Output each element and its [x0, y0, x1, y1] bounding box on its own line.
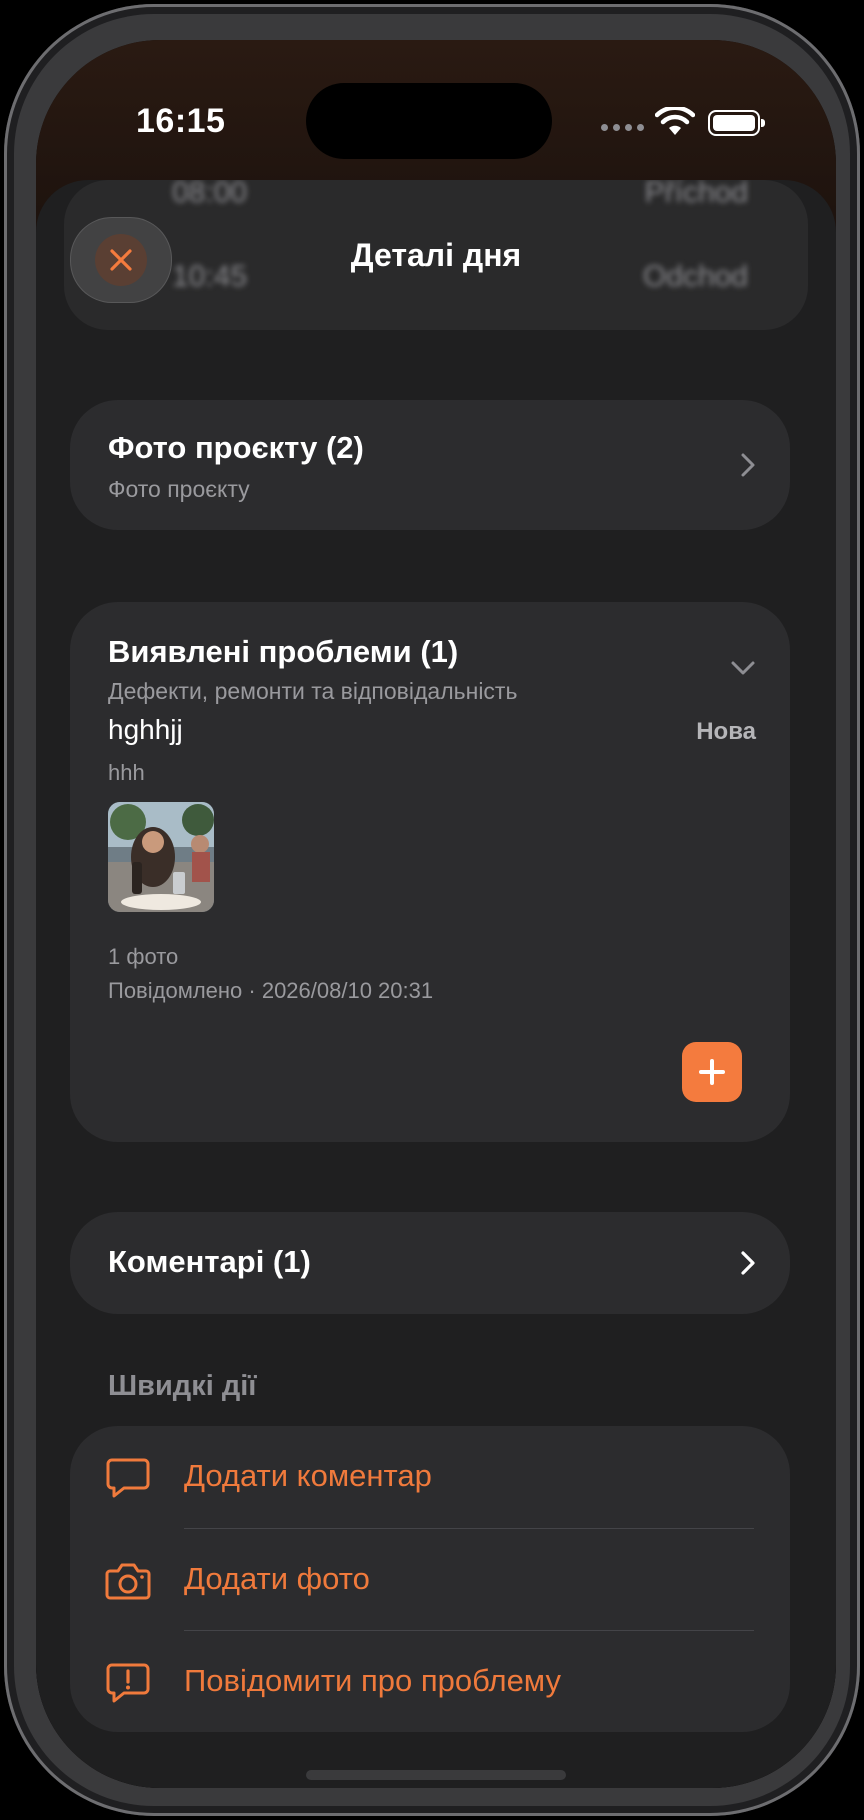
dynamic-island	[306, 83, 552, 159]
bg-row1-time: 08:00	[172, 180, 248, 209]
add-photo-label: Додати фото	[184, 1561, 370, 1596]
issue-photo-thumbnail[interactable]	[108, 802, 214, 912]
comments-card[interactable]: Коментарі (1)	[70, 1212, 790, 1314]
add-issue-button[interactable]	[682, 1042, 742, 1102]
issues-card: Виявлені проблеми (1) Дефекти, ремонти т…	[70, 602, 790, 1142]
sheet-header: Деталі дня	[36, 215, 836, 305]
cellular-signal-icon	[601, 124, 644, 131]
add-comment-action[interactable]: Додати коментар	[70, 1426, 790, 1528]
chat-bubble-icon	[106, 1458, 150, 1498]
status-bar: 16:15	[36, 40, 836, 180]
chevron-right-icon	[741, 453, 755, 477]
issue-description: hhh	[108, 760, 145, 785]
camera-icon	[105, 1563, 151, 1600]
issue-status-badge: Нова	[696, 718, 756, 745]
issue-photo-count: 1 фото	[108, 944, 179, 969]
add-comment-label: Додати коментар	[184, 1458, 432, 1493]
issues-title: Виявлені проблеми (1)	[108, 634, 459, 669]
phone-frame: 16:15 08:00 Příchod 10:45 Odchod Деталі …	[4, 4, 860, 1816]
home-indicator	[306, 1770, 566, 1780]
page-title: Деталі дня	[350, 237, 522, 273]
issue-reported-date: Повідомлено · 2026/08/10 20:31	[108, 978, 434, 1003]
chevron-down-icon[interactable]	[730, 660, 756, 676]
project-photos-subtitle: Фото проєкту	[108, 476, 250, 502]
project-photos-title: Фото проєкту (2)	[108, 430, 364, 465]
add-photo-action[interactable]: Додати фото	[70, 1529, 790, 1631]
issue-name[interactable]: hghhjj	[108, 714, 183, 746]
plus-icon	[699, 1059, 725, 1085]
report-issue-action[interactable]: Повідомити про проблему	[70, 1631, 790, 1733]
comments-title: Коментарі (1)	[108, 1244, 311, 1279]
project-photos-card[interactable]: Фото проєкту (2) Фото проєкту	[70, 400, 790, 530]
quick-actions-card: Додати коментар Додати фото Повідомити п	[70, 1426, 790, 1732]
issues-subtitle: Дефекти, ремонти та відповідальність	[108, 678, 518, 704]
screen: 16:15 08:00 Příchod 10:45 Odchod Деталі …	[36, 40, 836, 1788]
chevron-right-icon	[741, 1251, 755, 1275]
status-time: 16:15	[136, 102, 226, 140]
wifi-icon	[655, 107, 695, 135]
quick-actions-heading: Швидкі дії	[108, 1370, 257, 1402]
report-issue-label: Повідомити про проблему	[184, 1663, 561, 1698]
alert-bubble-icon	[106, 1663, 150, 1703]
battery-icon	[708, 110, 765, 136]
bg-row1-label: Příchod	[644, 180, 748, 209]
